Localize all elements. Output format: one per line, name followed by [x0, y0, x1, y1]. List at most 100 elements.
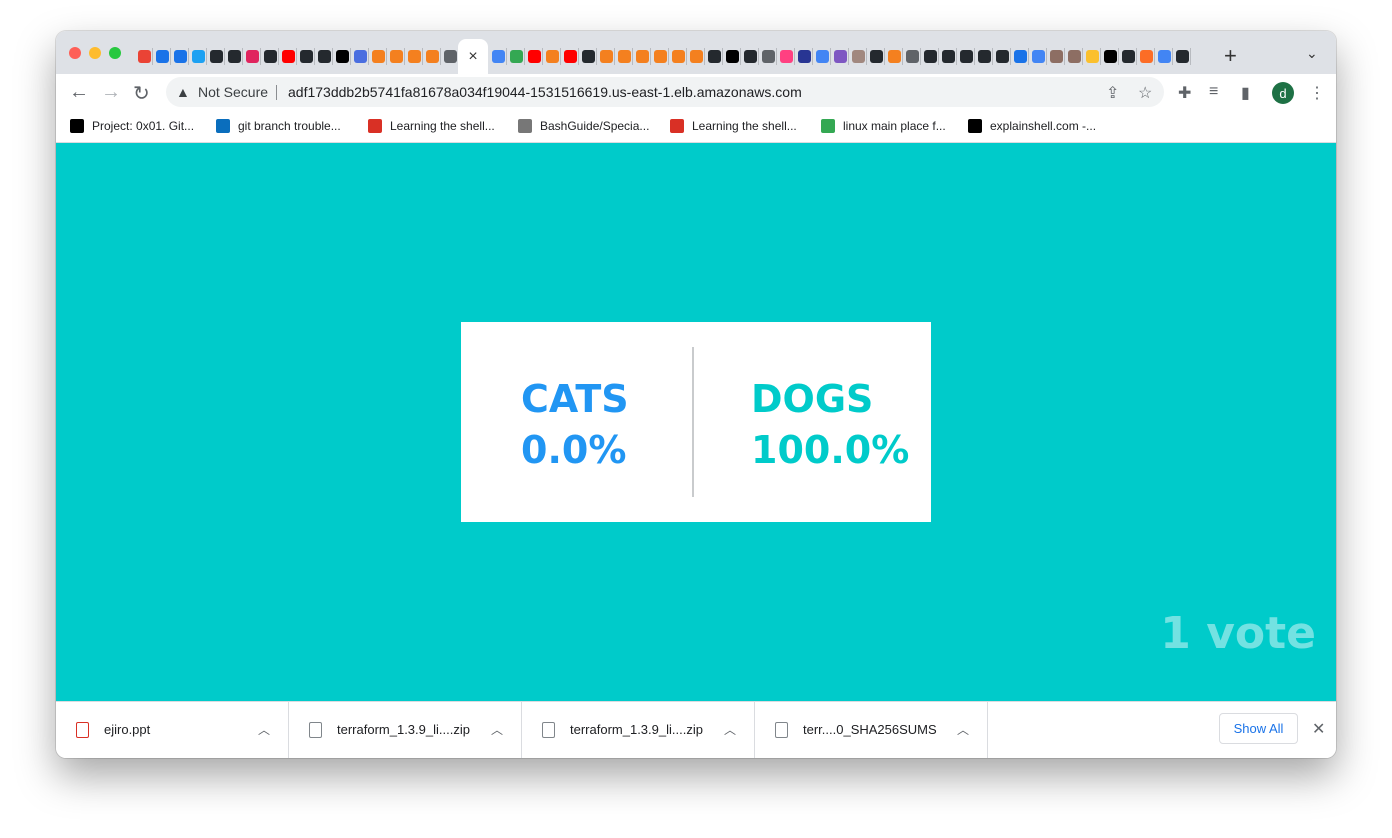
tab-favicon-icon[interactable] [868, 47, 885, 65]
tab-favicon-icon[interactable] [190, 47, 207, 65]
tab-favicon-icon[interactable] [778, 47, 795, 65]
tab-favicon-icon[interactable] [796, 47, 813, 65]
tab-search-icon[interactable]: ⌄ [1306, 45, 1318, 62]
tab-favicon-icon[interactable] [742, 47, 759, 65]
reload-icon[interactable]: ↻ [133, 81, 150, 106]
tab-favicon-icon[interactable] [1156, 47, 1173, 65]
profile-avatar[interactable]: d [1272, 82, 1294, 104]
tab-favicon-icon[interactable] [1084, 47, 1101, 65]
tab-favicon-icon[interactable] [208, 47, 225, 65]
tab-favicon-icon[interactable] [526, 47, 543, 65]
tab-favicon-icon[interactable] [814, 47, 831, 65]
tab-favicon-icon[interactable] [316, 47, 333, 65]
download-item[interactable]: terraform_1.3.9_li....zip ︿ [289, 702, 522, 758]
download-filename: terr....0_SHA256SUMS [803, 722, 937, 737]
tab-favicon-icon[interactable] [262, 47, 279, 65]
tab-favicon-icon[interactable] [940, 47, 957, 65]
tab-favicon-icon[interactable] [1030, 47, 1047, 65]
tab-favicon-icon[interactable] [490, 47, 507, 65]
download-item[interactable]: ejiro.ppt ︿ [56, 702, 289, 758]
zoom-window-button[interactable] [109, 47, 121, 59]
show-all-button[interactable]: Show All [1219, 713, 1298, 744]
bookmark-item[interactable]: linux main place f... [821, 116, 946, 136]
tab-favicon-icon[interactable] [1120, 47, 1137, 65]
bookmark-item[interactable]: explainshell.com -... [968, 116, 1096, 136]
new-tab-button[interactable]: + [1224, 43, 1237, 69]
download-item[interactable]: terr....0_SHA256SUMS ︿ [755, 702, 988, 758]
tab-favicon-icon[interactable] [598, 47, 615, 65]
tab-favicon-icon[interactable] [724, 47, 741, 65]
minimize-window-button[interactable] [89, 47, 101, 59]
tab-favicon-icon[interactable] [958, 47, 975, 65]
bookmark-item[interactable]: Project: 0x01. Git... [70, 116, 194, 136]
security-chip[interactable]: Not Secure [198, 84, 268, 100]
tab-favicon-icon[interactable] [172, 47, 189, 65]
tab-favicon-icon[interactable] [388, 47, 405, 65]
tab-favicon-icon[interactable] [670, 47, 687, 65]
tab-favicon-icon[interactable] [298, 47, 315, 65]
bookmark-item[interactable]: git branch trouble... [216, 116, 341, 136]
file-icon [775, 722, 788, 738]
tab-favicon-icon[interactable] [760, 47, 777, 65]
tab-favicon-icon[interactable] [154, 47, 171, 65]
tab-favicon-icon[interactable] [616, 47, 633, 65]
tab-favicon-icon[interactable] [832, 47, 849, 65]
side-panel-icon[interactable]: ▮ [1241, 83, 1250, 103]
bookmark-item[interactable]: Learning the shell... [368, 116, 495, 136]
bookmark-item[interactable]: Learning the shell... [670, 116, 797, 136]
bookmark-label: BashGuide/Specia... [540, 119, 650, 133]
tab-favicon-icon[interactable] [886, 47, 903, 65]
tab-favicon-icon[interactable] [352, 47, 369, 65]
bookmark-item[interactable]: BashGuide/Specia... [518, 116, 649, 136]
tab-favicon-icon[interactable] [442, 47, 459, 65]
tab-favicon-icon[interactable] [1012, 47, 1029, 65]
url-text[interactable]: adf173ddb2b5741fa81678a034f19044-1531516… [288, 84, 802, 100]
download-item[interactable]: terraform_1.3.9_li....zip ︿ [522, 702, 755, 758]
tab-favicon-icon[interactable] [904, 47, 921, 65]
address-bar[interactable]: ▲ Not Secure adf173ddb2b5741fa81678a034f… [166, 77, 1164, 107]
tab-favicon-icon[interactable] [1174, 47, 1191, 65]
tab-favicon-icon[interactable] [634, 47, 651, 65]
tab-favicon-icon[interactable] [136, 47, 153, 65]
tab-favicon-icon[interactable] [652, 47, 669, 65]
tab-favicon-icon[interactable] [1138, 47, 1155, 65]
tab-favicon-icon[interactable] [508, 47, 525, 65]
tab-favicon-icon[interactable] [850, 47, 867, 65]
chevron-up-icon[interactable]: ︿ [258, 721, 270, 738]
media-control-icon[interactable]: ≡ [1209, 83, 1218, 101]
active-tab[interactable]: × [458, 39, 488, 74]
tab-favicon-icon[interactable] [994, 47, 1011, 65]
chevron-up-icon[interactable]: ︿ [491, 721, 503, 738]
tab-favicon-icon[interactable] [370, 47, 387, 65]
bookmark-star-icon[interactable]: ☆ [1138, 83, 1152, 103]
tab-favicon-icon[interactable] [1048, 47, 1065, 65]
tab-favicon-icon[interactable] [244, 47, 261, 65]
close-downloads-icon[interactable]: ✕ [1312, 719, 1325, 739]
forward-icon[interactable]: → [101, 81, 121, 104]
chevron-up-icon[interactable]: ︿ [724, 721, 736, 738]
extensions-icon[interactable]: ✚ [1178, 83, 1191, 103]
tab-favicon-icon[interactable] [580, 47, 597, 65]
tab-favicon-icon[interactable] [706, 47, 723, 65]
back-icon[interactable]: ← [69, 81, 89, 104]
tab-favicon-icon[interactable] [334, 47, 351, 65]
tab-close-icon[interactable]: × [468, 48, 477, 66]
tab-favicon-icon[interactable] [406, 47, 423, 65]
tab-favicon-icon[interactable] [562, 47, 579, 65]
tab-favicons [490, 47, 1191, 65]
tab-favicon-icon[interactable] [1102, 47, 1119, 65]
tab-favicon-icon[interactable] [976, 47, 993, 65]
close-window-button[interactable] [69, 47, 81, 59]
tab-favicon-icon[interactable] [544, 47, 561, 65]
tab-favicon-icon[interactable] [424, 47, 441, 65]
tab-favicon-icon[interactable] [922, 47, 939, 65]
tab-favicon-icon[interactable] [226, 47, 243, 65]
warning-icon[interactable]: ▲ [176, 84, 190, 100]
share-icon[interactable]: ⇪ [1106, 83, 1119, 103]
tab-favicon-icon[interactable] [280, 47, 297, 65]
tab-favicon-icon[interactable] [688, 47, 705, 65]
menu-dots-icon[interactable]: ⋮ [1309, 83, 1325, 103]
tab-favicon-icon[interactable] [1066, 47, 1083, 65]
chevron-up-icon[interactable]: ︿ [957, 721, 969, 738]
option-a-percent: 0.0% [521, 428, 627, 472]
